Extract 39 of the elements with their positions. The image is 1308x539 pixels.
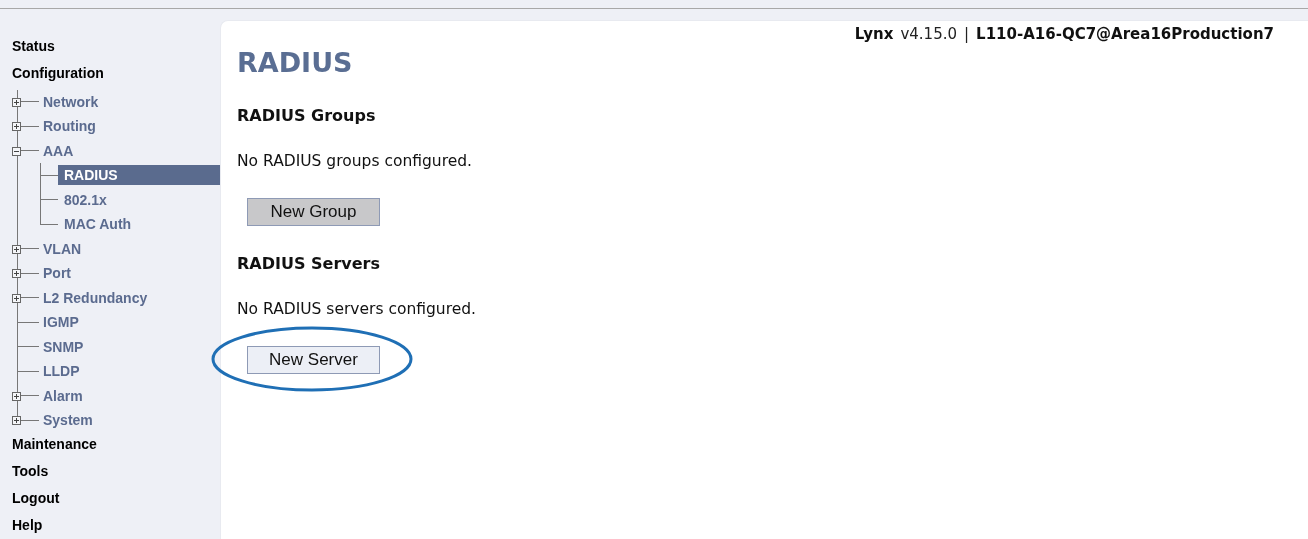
action-button[interactable]: New Server [247, 346, 380, 374]
version-text: v4.15.0 [900, 25, 957, 43]
nav-link[interactable]: Status [0, 37, 220, 65]
nav-link[interactable]: Maintenance [0, 434, 220, 462]
expand-icon[interactable] [12, 293, 21, 303]
tree-item[interactable]: AAA [43, 140, 80, 161]
tree-item[interactable]: L2 Redundancy [43, 287, 154, 308]
expand-icon[interactable] [12, 97, 21, 107]
tree-item[interactable]: 802.1x [58, 189, 220, 210]
section-heading: RADIUS Groups [237, 106, 377, 125]
tree-item[interactable]: Port [43, 263, 77, 284]
tree-item[interactable]: Routing [43, 116, 102, 137]
tree-item[interactable]: SNMP [43, 336, 90, 357]
device-name: L110-A16-QC7@Area16Production7 [976, 25, 1274, 43]
tree-item[interactable]: RADIUS [58, 165, 220, 186]
tree-item[interactable]: System [43, 410, 99, 431]
expand-icon[interactable] [12, 391, 21, 401]
tree-item[interactable]: IGMP [43, 312, 85, 333]
nav-link[interactable]: Configuration [0, 64, 220, 92]
nav-link[interactable]: Tools [0, 461, 220, 490]
tree-item[interactable]: Alarm [43, 385, 89, 406]
expand-icon[interactable] [12, 244, 21, 254]
tree-item[interactable]: MAC Auth [58, 214, 220, 235]
nav-link[interactable]: Help [0, 516, 220, 539]
section-heading: RADIUS Servers [237, 254, 381, 273]
separator-text: | [964, 25, 970, 43]
tree-item[interactable]: VLAN [43, 238, 88, 259]
collapse-icon[interactable] [12, 146, 21, 156]
tree-item[interactable]: Network [43, 91, 105, 112]
expand-icon[interactable] [12, 269, 21, 279]
expand-icon[interactable] [12, 416, 21, 426]
expand-icon[interactable] [12, 122, 21, 132]
action-button[interactable]: New Group [247, 198, 380, 226]
nav-link[interactable]: Logout [0, 489, 220, 517]
empty-message: No RADIUS servers configured. [237, 300, 478, 318]
product-name: Lynx [854, 25, 894, 43]
empty-message: No RADIUS groups configured. [237, 152, 473, 170]
page-title: RADIUS [237, 47, 354, 78]
tree-item[interactable]: LLDP [43, 361, 86, 382]
